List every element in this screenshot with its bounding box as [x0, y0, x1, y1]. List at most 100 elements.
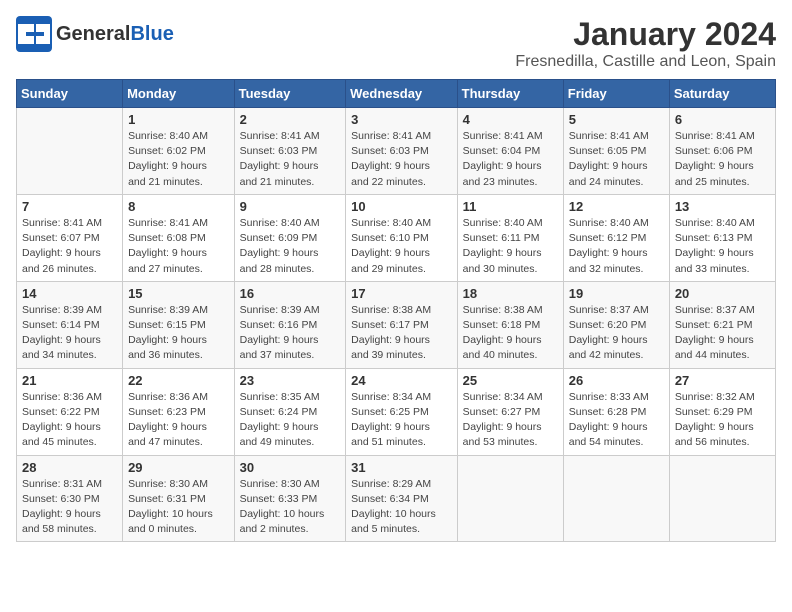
day-info: Sunrise: 8:37 AM Sunset: 6:20 PM Dayligh…	[569, 303, 664, 364]
calendar-cell: 2 Sunrise: 8:41 AM Sunset: 6:03 PM Daylig…	[234, 108, 346, 195]
day-number: 5	[569, 112, 664, 127]
logo-icon	[16, 16, 52, 52]
day-info: Sunrise: 8:38 AM Sunset: 6:18 PM Dayligh…	[463, 303, 558, 364]
day-info: Sunrise: 8:36 AM Sunset: 6:22 PM Dayligh…	[22, 390, 117, 451]
calendar-cell: 12Sunrise: 8:40 AM Sunset: 6:12 PM Dayli…	[563, 194, 669, 281]
calendar-cell: 29 Sunrise: 8:30 AM Sunset: 6:31 PM Dayli…	[123, 455, 235, 542]
day-number: 7	[22, 199, 117, 214]
title-block: January 2024 Fresnedilla, Castille and L…	[515, 16, 776, 71]
day-number: 26	[569, 373, 664, 388]
day-number: 20	[675, 286, 770, 301]
calendar-cell: 21 Sunrise: 8:36 AM Sunset: 6:22 PM Dayli…	[17, 368, 123, 455]
calendar-cell	[669, 455, 775, 542]
day-number: 2	[240, 112, 341, 127]
day-info: Sunrise: 8:37 AM Sunset: 6:21 PM Dayligh…	[675, 303, 770, 364]
day-info: Sunrise: 8:41 AM Sunset: 6:05 PM Dayligh…	[569, 129, 664, 190]
calendar-cell: 3Sunrise: 8:41 AM Sunset: 6:03 PM Daylig…	[346, 108, 458, 195]
calendar-cell: 18 Sunrise: 8:38 AM Sunset: 6:18 PM Dayli…	[457, 281, 563, 368]
logo-general: General	[56, 23, 130, 45]
calendar-cell: 31 Sunrise: 8:29 AM Sunset: 6:34 PM Dayli…	[346, 455, 458, 542]
day-number: 1	[128, 112, 229, 127]
day-info: Sunrise: 8:35 AM Sunset: 6:24 PM Dayligh…	[240, 390, 341, 451]
calendar-cell	[457, 455, 563, 542]
day-number: 13	[675, 199, 770, 214]
day-info: Sunrise: 8:29 AM Sunset: 6:34 PM Dayligh…	[351, 477, 452, 538]
calendar-cell: 11 Sunrise: 8:40 AM Sunset: 6:11 PM Dayli…	[457, 194, 563, 281]
logo: GeneralBlue	[16, 16, 174, 52]
calendar-week-2: 7 Sunrise: 8:41 AM Sunset: 6:07 PM Daylig…	[17, 194, 776, 281]
calendar-week-5: 28Sunrise: 8:31 AM Sunset: 6:30 PM Dayli…	[17, 455, 776, 542]
day-info: Sunrise: 8:40 AM Sunset: 6:12 PM Dayligh…	[569, 216, 664, 277]
day-number: 29	[128, 460, 229, 475]
day-number: 30	[240, 460, 341, 475]
calendar-cell: 17Sunrise: 8:38 AM Sunset: 6:17 PM Dayli…	[346, 281, 458, 368]
day-info: Sunrise: 8:38 AM Sunset: 6:17 PM Dayligh…	[351, 303, 452, 364]
calendar-week-1: 1Sunrise: 8:40 AM Sunset: 6:02 PM Daylig…	[17, 108, 776, 195]
calendar-cell: 23 Sunrise: 8:35 AM Sunset: 6:24 PM Dayli…	[234, 368, 346, 455]
calendar-cell: 16 Sunrise: 8:39 AM Sunset: 6:16 PM Dayli…	[234, 281, 346, 368]
calendar-cell: 28Sunrise: 8:31 AM Sunset: 6:30 PM Dayli…	[17, 455, 123, 542]
calendar-table: SundayMondayTuesdayWednesdayThursdayFrid…	[16, 79, 776, 542]
header-monday: Monday	[123, 80, 235, 108]
day-number: 16	[240, 286, 341, 301]
day-info: Sunrise: 8:41 AM Sunset: 6:06 PM Dayligh…	[675, 129, 770, 190]
header-friday: Friday	[563, 80, 669, 108]
day-info: Sunrise: 8:40 AM Sunset: 6:11 PM Dayligh…	[463, 216, 558, 277]
calendar-week-3: 14 Sunrise: 8:39 AM Sunset: 6:14 PM Dayli…	[17, 281, 776, 368]
day-number: 21	[22, 373, 117, 388]
calendar-cell: 19 Sunrise: 8:37 AM Sunset: 6:20 PM Dayli…	[563, 281, 669, 368]
calendar-cell	[563, 455, 669, 542]
day-info: Sunrise: 8:39 AM Sunset: 6:15 PM Dayligh…	[128, 303, 229, 364]
day-info: Sunrise: 8:34 AM Sunset: 6:27 PM Dayligh…	[463, 390, 558, 451]
day-number: 23	[240, 373, 341, 388]
day-number: 9	[240, 199, 341, 214]
day-number: 14	[22, 286, 117, 301]
day-number: 10	[351, 199, 452, 214]
logo-blue: Blue	[130, 23, 173, 45]
calendar-cell: 30Sunrise: 8:30 AM Sunset: 6:33 PM Dayli…	[234, 455, 346, 542]
day-info: Sunrise: 8:39 AM Sunset: 6:16 PM Dayligh…	[240, 303, 341, 364]
calendar-cell: 9 Sunrise: 8:40 AM Sunset: 6:09 PM Daylig…	[234, 194, 346, 281]
day-info: Sunrise: 8:40 AM Sunset: 6:09 PM Dayligh…	[240, 216, 341, 277]
header-tuesday: Tuesday	[234, 80, 346, 108]
day-number: 22	[128, 373, 229, 388]
calendar-cell: 8Sunrise: 8:41 AM Sunset: 6:08 PM Daylig…	[123, 194, 235, 281]
calendar-cell: 7 Sunrise: 8:41 AM Sunset: 6:07 PM Daylig…	[17, 194, 123, 281]
day-number: 3	[351, 112, 452, 127]
day-info: Sunrise: 8:30 AM Sunset: 6:31 PM Dayligh…	[128, 477, 229, 538]
day-number: 19	[569, 286, 664, 301]
header-sunday: Sunday	[17, 80, 123, 108]
calendar-cell: 22Sunrise: 8:36 AM Sunset: 6:23 PM Dayli…	[123, 368, 235, 455]
calendar-cell: 5 Sunrise: 8:41 AM Sunset: 6:05 PM Daylig…	[563, 108, 669, 195]
day-info: Sunrise: 8:32 AM Sunset: 6:29 PM Dayligh…	[675, 390, 770, 451]
day-info: Sunrise: 8:39 AM Sunset: 6:14 PM Dayligh…	[22, 303, 117, 364]
day-number: 6	[675, 112, 770, 127]
header-thursday: Thursday	[457, 80, 563, 108]
day-number: 24	[351, 373, 452, 388]
day-info: Sunrise: 8:40 AM Sunset: 6:10 PM Dayligh…	[351, 216, 452, 277]
location-title: Fresnedilla, Castille and Leon, Spain	[515, 53, 776, 71]
day-info: Sunrise: 8:33 AM Sunset: 6:28 PM Dayligh…	[569, 390, 664, 451]
calendar-cell: 15 Sunrise: 8:39 AM Sunset: 6:15 PM Dayli…	[123, 281, 235, 368]
day-number: 18	[463, 286, 558, 301]
calendar-cell: 1Sunrise: 8:40 AM Sunset: 6:02 PM Daylig…	[123, 108, 235, 195]
day-info: Sunrise: 8:34 AM Sunset: 6:25 PM Dayligh…	[351, 390, 452, 451]
day-info: Sunrise: 8:41 AM Sunset: 6:04 PM Dayligh…	[463, 129, 558, 190]
calendar-cell: 4 Sunrise: 8:41 AM Sunset: 6:04 PM Daylig…	[457, 108, 563, 195]
day-number: 31	[351, 460, 452, 475]
calendar-cell: 10 Sunrise: 8:40 AM Sunset: 6:10 PM Dayli…	[346, 194, 458, 281]
calendar-cell: 26 Sunrise: 8:33 AM Sunset: 6:28 PM Dayli…	[563, 368, 669, 455]
calendar-cell: 24 Sunrise: 8:34 AM Sunset: 6:25 PM Dayli…	[346, 368, 458, 455]
day-number: 4	[463, 112, 558, 127]
day-info: Sunrise: 8:31 AM Sunset: 6:30 PM Dayligh…	[22, 477, 117, 538]
day-info: Sunrise: 8:41 AM Sunset: 6:07 PM Dayligh…	[22, 216, 117, 277]
day-number: 11	[463, 199, 558, 214]
calendar-week-4: 21 Sunrise: 8:36 AM Sunset: 6:22 PM Dayli…	[17, 368, 776, 455]
day-number: 27	[675, 373, 770, 388]
day-number: 15	[128, 286, 229, 301]
day-info: Sunrise: 8:41 AM Sunset: 6:03 PM Dayligh…	[240, 129, 341, 190]
calendar-cell: 13Sunrise: 8:40 AM Sunset: 6:13 PM Dayli…	[669, 194, 775, 281]
day-number: 8	[128, 199, 229, 214]
calendar-cell: 14 Sunrise: 8:39 AM Sunset: 6:14 PM Dayli…	[17, 281, 123, 368]
calendar-cell: 25Sunrise: 8:34 AM Sunset: 6:27 PM Dayli…	[457, 368, 563, 455]
